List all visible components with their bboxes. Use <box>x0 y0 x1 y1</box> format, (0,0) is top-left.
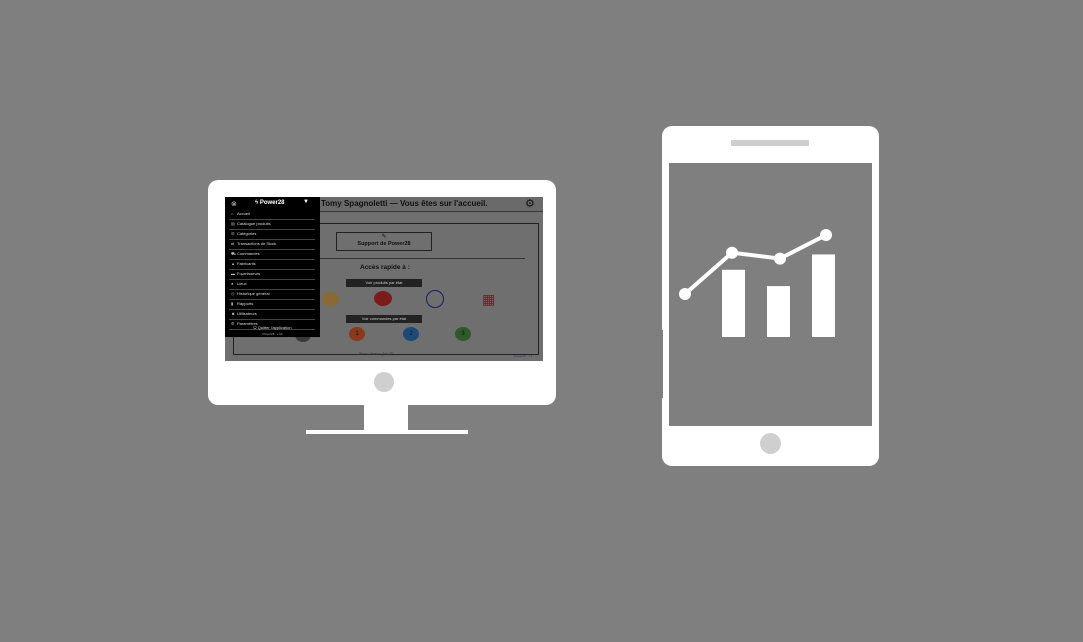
chart-point <box>820 229 832 241</box>
footer-left: Bienv. Version (Nb 28) <box>359 352 394 356</box>
chart-point <box>679 288 691 300</box>
products-by-state-button[interactable]: Voir produits par état <box>346 279 422 287</box>
sidebar-item-lieux[interactable]: ● Lieux <box>229 280 315 290</box>
chart-line <box>683 233 827 296</box>
tablet-screen <box>669 163 872 426</box>
state-red-button[interactable] <box>374 291 392 306</box>
tablet-side-gap <box>660 330 663 398</box>
sidebar-item-fournisseurs[interactable]: ▬ Fournisseurs <box>229 270 315 280</box>
sidebar-item-label: Transactions de Stock <box>237 241 277 246</box>
sidebar-list: ⌂ Accueil ▤ Catalogue produits ☰ Catégories… <box>229 210 315 330</box>
state-orange-button[interactable] <box>322 292 339 306</box>
tablet-home-button <box>760 433 781 454</box>
order-state-1-button[interactable]: 1 <box>349 327 365 341</box>
quit-label: Quitter l'application <box>257 325 292 330</box>
sidebar-item-label: Catalogue produits <box>237 221 271 226</box>
app-version: Power28 · v.10 <box>262 332 283 336</box>
quit-app-button[interactable]: ⏻ Quitter l'application <box>225 325 320 330</box>
chart-icon <box>679 229 835 337</box>
edit-icon: ✎ <box>381 234 387 240</box>
order-state-2-button[interactable]: 2 <box>403 327 419 341</box>
calendar-icon[interactable]: ▦ <box>482 292 499 306</box>
sidebar-item-commandes[interactable]: ⛟Commandes <box>229 250 315 260</box>
brand-name: Power28 <box>259 200 285 206</box>
brand-logo: ϟ Power28 <box>255 200 285 206</box>
chart-point <box>726 246 738 259</box>
sidebar-item-rapports[interactable]: ▮ Rapports <box>229 300 315 310</box>
page-title: Tomy Spagnoletti — Vous êtes sur l'accue… <box>321 199 488 208</box>
sidebar-item-label: Rapports <box>237 301 254 306</box>
monitor-stand-neck <box>364 404 408 432</box>
chart-bar <box>767 286 790 337</box>
clock-icon[interactable] <box>426 290 444 308</box>
desktop-screen: Tomy Spagnoletti — Vous êtes sur l'accue… <box>225 197 543 361</box>
close-icon[interactable]: ⊗ <box>231 200 237 208</box>
tablet-speaker <box>731 140 809 146</box>
sidebar-item-accueil[interactable]: ⌂ Accueil <box>229 210 315 220</box>
gear-icon[interactable]: ⚙ <box>525 197 535 210</box>
sidebar-item-label: Catégories <box>237 231 257 236</box>
order-state-3-button[interactable]: 3 <box>455 327 471 341</box>
sidebar-item-utilisateurs[interactable]: ☻ Utilisateurs <box>229 310 315 320</box>
quick-access-label: Accès rapide à : <box>360 264 410 271</box>
chart-bar <box>722 269 745 337</box>
monitor-stand-base <box>306 430 468 434</box>
support-button[interactable]: ✎ Support de Power28 <box>336 232 432 251</box>
sidebar-item-label: Commandes <box>237 251 260 256</box>
sidebar-item-label: Fournisseurs <box>237 271 261 276</box>
sidebar-item-label: Historique général <box>237 291 270 296</box>
sidebar-item-fabricants[interactable]: ▲ Fabricants <box>229 260 315 270</box>
sidebar-item-transactions[interactable]: ⇄ Transactions de Stock <box>229 240 315 250</box>
sidebar-item-catalogue[interactable]: ▤ Catalogue produits <box>229 220 315 230</box>
sidebar-item-label: Utilisateurs <box>237 311 257 316</box>
chart-point <box>774 252 786 265</box>
sidebar-item-label: Fabricants <box>237 261 256 266</box>
monitor-home-button <box>374 372 394 392</box>
orders-by-state-button[interactable]: Voir commandes par état <box>346 315 422 323</box>
sidebar-item-categories[interactable]: ☰ Catégories <box>229 230 315 240</box>
chart-bar <box>812 254 835 337</box>
sidebar-item-label: Lieux <box>237 281 247 286</box>
divider <box>319 258 525 259</box>
sidebar-menu: ⊗ ϟ Power28 ▼ ⌂ Accueil ▤ Catalogue produi… <box>225 197 320 337</box>
sidebar-item-historique[interactable]: ◷ Historique général <box>229 290 315 300</box>
sidebar-item-label: Accueil <box>237 211 250 216</box>
chevron-down-icon[interactable]: ▼ <box>303 199 309 205</box>
footer-link[interactable]: Power28 · v.1 <box>514 354 532 358</box>
support-button-label: Support de Power28 <box>357 241 411 247</box>
